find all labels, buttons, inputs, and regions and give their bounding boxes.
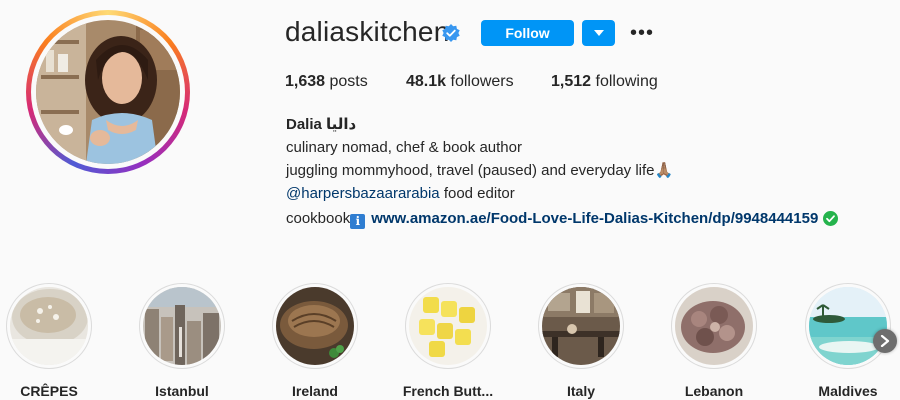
info-icon: ℹ xyxy=(350,214,366,229)
bio-line-1: culinary nomad, chef & book author xyxy=(286,139,522,156)
highlight-label: Italy xyxy=(566,383,595,399)
posts-count: 1,638 posts xyxy=(285,73,368,91)
mention-suffix: food editor xyxy=(439,185,515,202)
highlight-ring xyxy=(671,283,757,369)
mention-link[interactable]: @harpersbazaararabia xyxy=(286,185,440,202)
highlight-ring xyxy=(805,283,891,369)
highlight-istanbul[interactable]: Istanbul xyxy=(132,283,232,399)
more-options-button[interactable]: ••• xyxy=(628,21,656,44)
profile-bio: Dalia داليا culinary nomad, chef & book … xyxy=(286,113,886,230)
highlight-label: Ireland xyxy=(292,383,338,399)
highlights-next-button[interactable] xyxy=(873,329,897,353)
highlight-ring xyxy=(538,283,624,369)
following-link[interactable]: 1,512 following xyxy=(551,73,658,91)
more-options-icon: ••• xyxy=(629,21,654,44)
highlight-crepes[interactable]: CRÊPES xyxy=(0,283,99,399)
highlight-lebanon[interactable]: Lebanon xyxy=(664,283,764,399)
avatar-inner xyxy=(31,15,185,169)
highlight-cover-french-butter xyxy=(409,287,487,365)
posts-value: 1,638 xyxy=(285,73,326,90)
highlight-french-butter[interactable]: French Butt... xyxy=(398,283,498,399)
bio-line-2: juggling mommyhood, travel (paused) and … xyxy=(286,162,674,179)
highlight-ireland[interactable]: Ireland xyxy=(265,283,365,399)
caret-down-icon xyxy=(593,30,604,36)
chevron-right-icon xyxy=(880,335,890,347)
highlight-label: Lebanon xyxy=(684,383,744,399)
highlight-cover-italy xyxy=(542,287,620,365)
following-value: 1,512 xyxy=(551,73,592,90)
highlight-ring xyxy=(6,283,92,369)
profile-avatar[interactable] xyxy=(36,20,180,164)
highlight-ring xyxy=(272,283,358,369)
highlight-cover-istanbul xyxy=(143,287,221,365)
highlight-ring xyxy=(405,283,491,369)
verified-badge-icon xyxy=(442,24,460,42)
highlight-label: Maldives xyxy=(818,383,878,399)
followers-link[interactable]: 48.1k followers xyxy=(406,73,514,91)
highlight-cover-ireland xyxy=(276,287,354,365)
bio-line-4: cookbook ℹ www.amazon.ae/Food-Love-Life-Da… xyxy=(286,207,886,230)
highlight-italy[interactable]: Italy xyxy=(531,283,631,399)
followers-label: followers xyxy=(450,73,514,90)
follow-button[interactable]: Follow xyxy=(481,20,574,46)
check-mark-icon xyxy=(823,211,839,226)
profile-avatar-ring[interactable] xyxy=(26,10,190,174)
profile-full-name: Dalia داليا xyxy=(286,116,357,133)
following-label: following xyxy=(595,73,658,90)
highlight-label: French Butt... xyxy=(402,383,494,399)
highlight-cover-maldives xyxy=(809,287,887,365)
followers-value: 48.1k xyxy=(406,73,447,90)
highlight-cover-lebanon xyxy=(675,287,753,365)
highlight-cover-crepes xyxy=(10,287,88,365)
profile-username: daliaskitchen xyxy=(285,16,450,47)
highlight-label: CRÊPES xyxy=(20,383,78,399)
posts-label: posts xyxy=(329,73,368,90)
suggested-accounts-button[interactable] xyxy=(582,20,615,46)
cookbook-label: cookbook xyxy=(286,210,351,227)
external-link[interactable]: www.amazon.ae/Food-Love-Life-Dalias-Kitc… xyxy=(371,210,818,227)
bio-line-3: @harpersbazaararabia food editor xyxy=(286,182,886,205)
highlight-label: Istanbul xyxy=(155,383,209,399)
highlight-ring xyxy=(139,283,225,369)
